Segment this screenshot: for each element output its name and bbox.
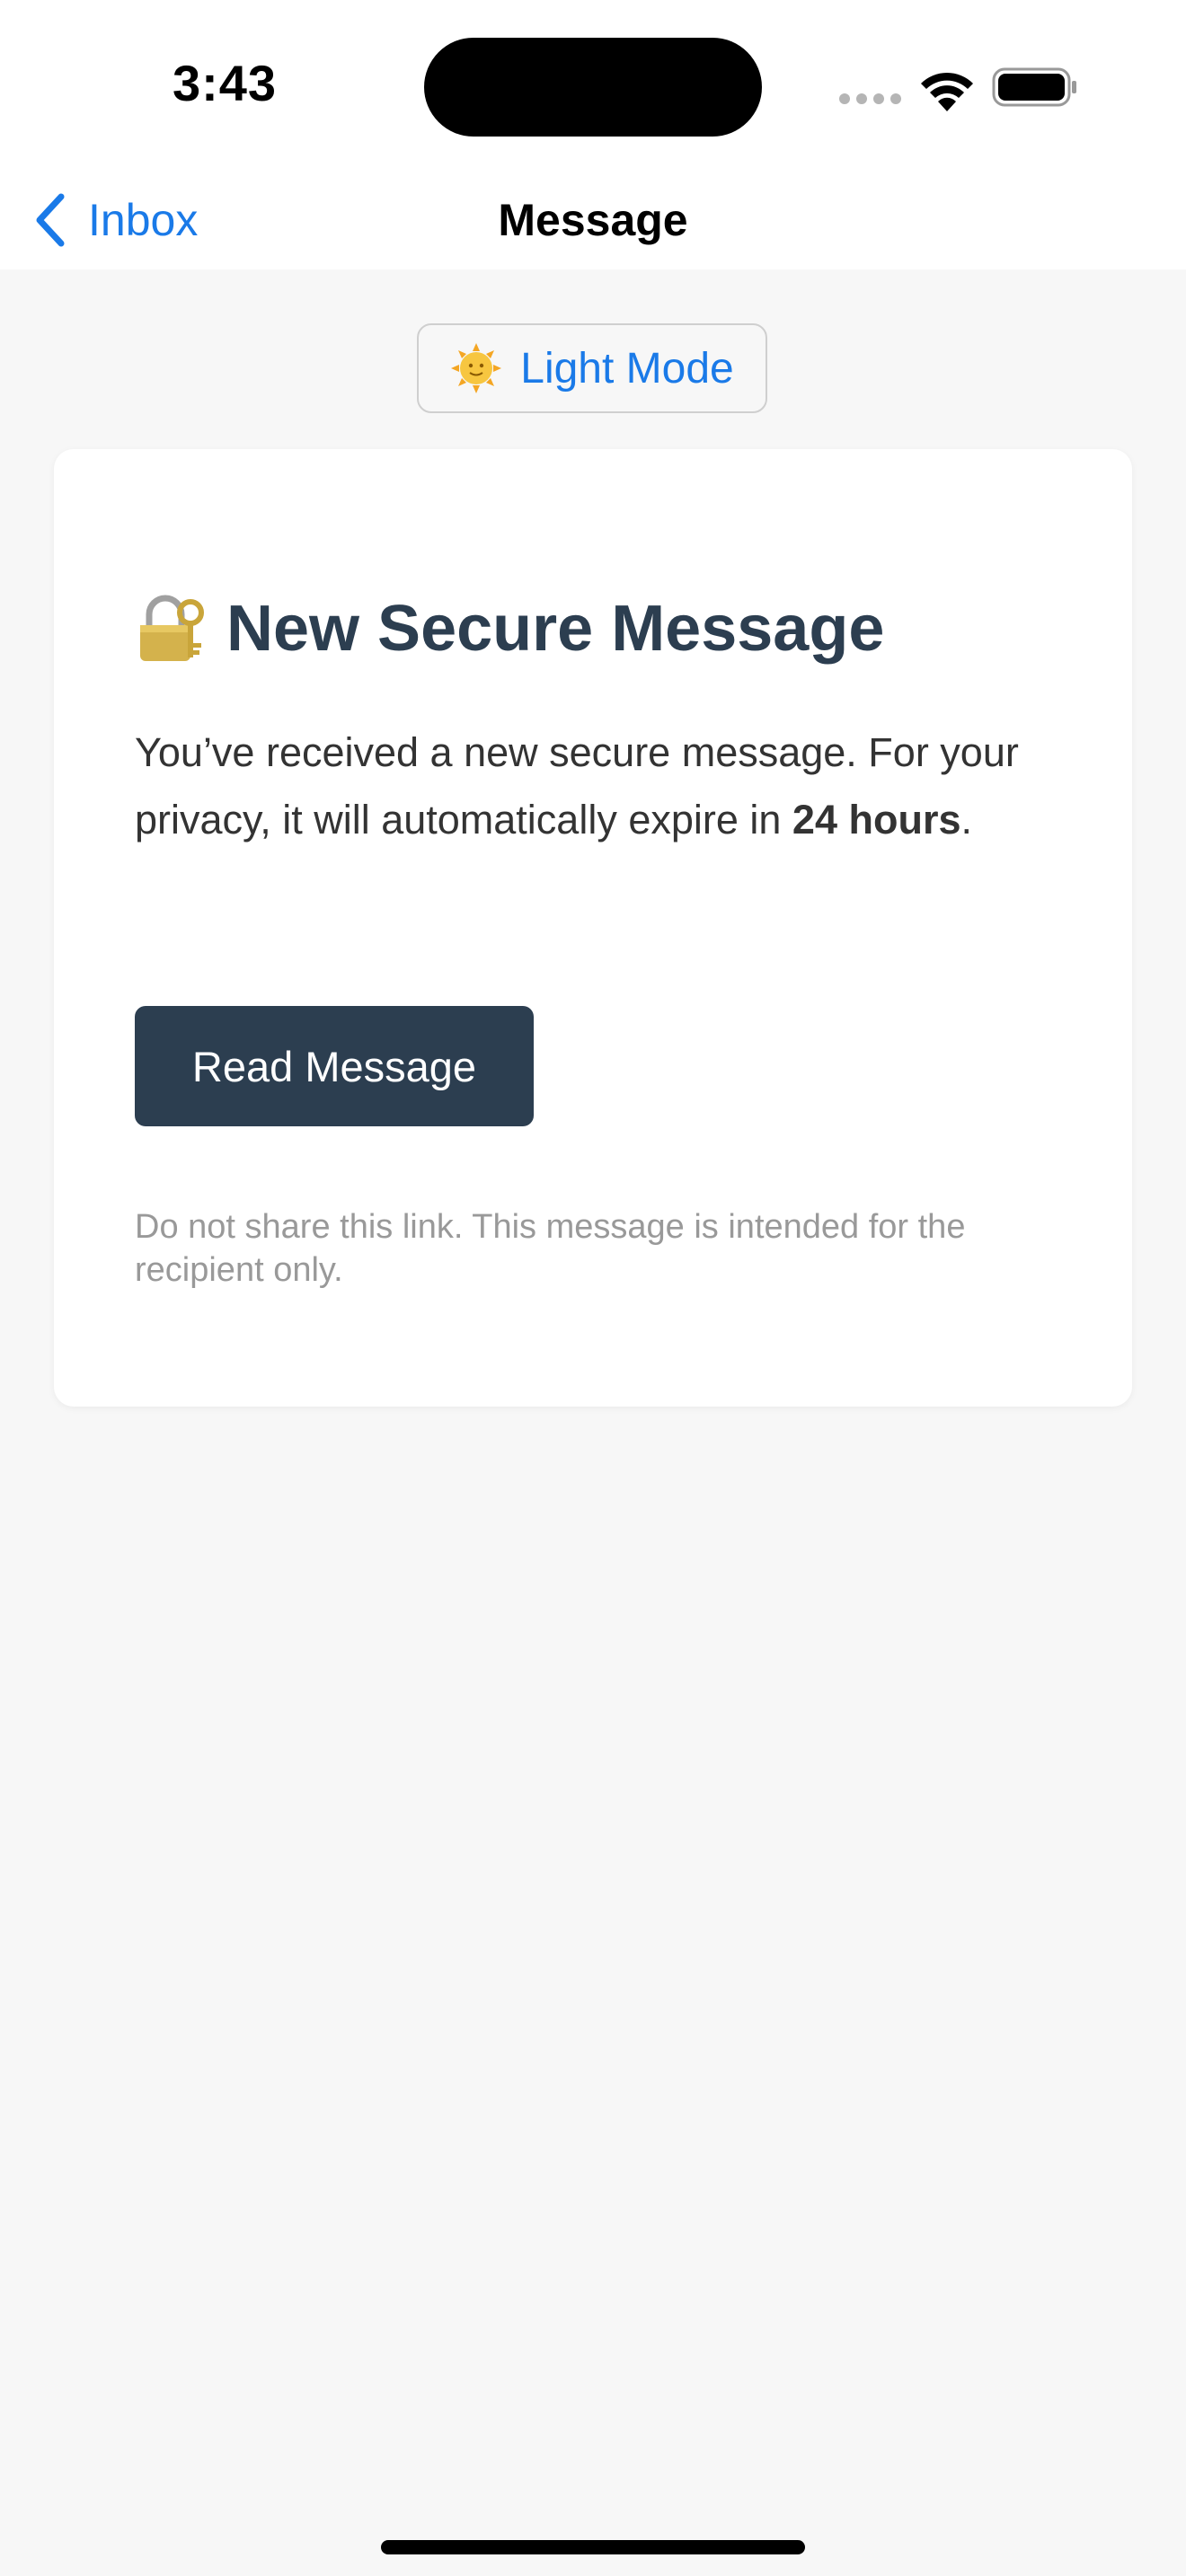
status-bar: 3:43 <box>0 0 1186 171</box>
locked-with-key-icon <box>140 595 204 661</box>
home-indicator[interactable] <box>381 2540 805 2554</box>
theme-toggle-button[interactable]: Light Mode <box>417 323 767 413</box>
back-button[interactable]: Inbox <box>32 180 198 260</box>
cellular-signal-icon <box>839 93 902 106</box>
card-body-text: You’ve received a new secure message. Fo… <box>135 729 1019 842</box>
card-title: New Secure Message <box>226 593 885 665</box>
read-message-button[interactable]: Read Message <box>135 1006 534 1126</box>
dynamic-island <box>424 38 762 137</box>
status-time: 3:43 <box>172 55 278 111</box>
wifi-icon <box>921 72 973 111</box>
privacy-notice: Do not share this link. This message is … <box>135 1208 966 1289</box>
navigation-bar: Inbox Message <box>0 171 1186 269</box>
theme-toggle-label: Light Mode <box>520 344 734 393</box>
message-card: New Secure Message You’ve received a new… <box>54 449 1132 1407</box>
battery-icon <box>992 67 1076 107</box>
expiry-duration: 24 hours <box>792 797 961 842</box>
sun-icon <box>451 343 502 393</box>
card-heading: New Secure Message <box>135 584 884 674</box>
back-button-label: Inbox <box>88 195 199 245</box>
chevron-left-icon <box>36 193 65 247</box>
